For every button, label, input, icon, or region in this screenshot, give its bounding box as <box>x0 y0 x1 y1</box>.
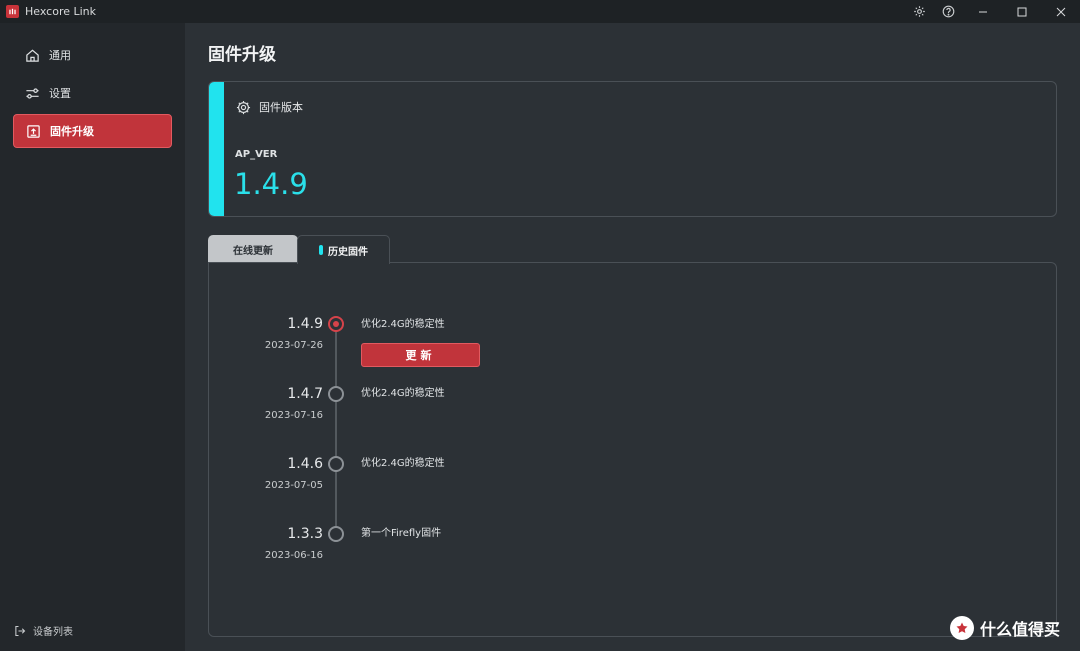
card-accent-bar <box>209 82 224 216</box>
sidebar: 通用 设置 固件升级 设备列表 <box>0 23 185 651</box>
sidebar-item-label: 设置 <box>49 87 71 100</box>
firmware-upload-icon <box>25 123 41 139</box>
update-button[interactable]: 更新 <box>361 343 480 367</box>
history-date: 2023-07-16 <box>264 410 323 421</box>
history-description: 优化2.4G的稳定性 <box>361 458 445 469</box>
timeline-node[interactable] <box>328 526 344 542</box>
tab-label: 历史固件 <box>328 246 368 258</box>
firmware-version-value: 1.4.9 <box>234 167 308 201</box>
sidebar-item-label: 固件升级 <box>50 125 94 138</box>
settings-sliders-icon <box>24 85 40 101</box>
history-version: 1.4.9 <box>287 316 323 332</box>
timeline-node-current[interactable] <box>328 316 344 332</box>
history-description: 优化2.4G的稳定性 <box>361 388 445 399</box>
home-icon <box>24 47 40 63</box>
timeline-node[interactable] <box>328 456 344 472</box>
logout-icon <box>15 625 26 636</box>
chip-icon <box>236 100 251 114</box>
device-list-label: 设备列表 <box>33 627 73 638</box>
firmware-card-title: 固件版本 <box>259 101 303 114</box>
sidebar-item-general[interactable]: 通用 <box>13 38 172 72</box>
title-bar: Hexcore Link <box>0 0 1080 23</box>
close-button[interactable] <box>1041 0 1080 23</box>
device-list-link[interactable]: 设备列表 <box>14 623 73 638</box>
watermark-logo-icon <box>950 616 974 640</box>
firmware-label: AP_VER <box>235 149 278 160</box>
timeline-node[interactable] <box>328 386 344 402</box>
sidebar-item-label: 通用 <box>49 49 71 62</box>
firmware-card-header: 固件版本 <box>236 99 303 115</box>
history-description: 第一个Firefly固件 <box>361 528 442 539</box>
history-version: 1.4.7 <box>287 386 323 402</box>
watermark: 什么值得买 <box>950 616 1060 640</box>
history-description: 优化2.4G的稳定性 <box>361 319 445 330</box>
sidebar-item-settings[interactable]: 设置 <box>13 76 172 110</box>
history-version: 1.3.3 <box>287 526 323 542</box>
firmware-version-card: 固件版本 AP_VER 1.4.9 <box>208 81 1057 217</box>
history-date: 2023-06-16 <box>264 550 323 561</box>
tab-label: 在线更新 <box>233 246 273 257</box>
page-title: 固件升级 <box>208 45 276 65</box>
watermark-text: 什么值得买 <box>980 620 1061 639</box>
app-logo-icon <box>6 5 19 18</box>
tab-history-firmware[interactable]: 历史固件 <box>297 235 390 264</box>
help-icon[interactable] <box>934 0 963 23</box>
app-title: Hexcore Link <box>25 5 97 18</box>
history-date: 2023-07-26 <box>264 340 323 351</box>
minimize-button[interactable] <box>963 0 1002 23</box>
tab-online-update[interactable]: 在线更新 <box>208 235 298 264</box>
maximize-button[interactable] <box>1002 0 1041 23</box>
history-version: 1.4.6 <box>287 456 323 472</box>
timeline-line <box>335 331 337 533</box>
sidebar-item-firmware-upgrade[interactable]: 固件升级 <box>13 114 172 148</box>
gear-icon[interactable] <box>905 0 934 23</box>
history-date: 2023-07-05 <box>264 480 323 491</box>
active-tab-indicator <box>319 245 323 255</box>
